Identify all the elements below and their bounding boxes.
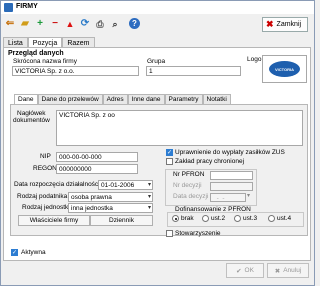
funding-option-ust3: ust.3 [243,215,258,222]
regon-input[interactable]: 000000000 [56,164,138,174]
journal-button[interactable]: Dziennik [90,215,153,226]
unit-value: inna jednostka [71,205,113,212]
back-icon[interactable]: ⇐ [4,18,16,30]
owners-button[interactable]: Właściciele firmy [18,215,90,226]
pfron-no-input[interactable] [210,171,253,180]
cancel-icon: ✖ [274,267,281,275]
short-name-input[interactable]: VICTORIA Sp. z o.o. [12,66,139,76]
calendar-dropdown-icon[interactable]: ▾ [148,181,151,189]
app-icon [4,3,13,12]
header-label-2: dokumentów [13,117,50,124]
section-title: Przegląd danych [8,50,64,57]
tab-notatki[interactable]: Notatki [202,94,231,104]
group-label: Grupa [147,58,166,65]
add-icon[interactable]: + [34,18,46,30]
taxpayer-select[interactable]: osoba prawna ▾ [68,192,153,202]
regon-label: REGON [33,165,57,172]
window-title: FIRMY [16,3,38,10]
ok-button[interactable]: ✔ OK [226,263,264,278]
nip-label: NIP [40,153,51,160]
nip-input[interactable]: 000-00-00-000 [56,152,138,162]
short-name-label: Skrócona nazwa firmy [13,58,77,65]
chevron-down-icon[interactable]: ▾ [247,192,250,199]
group-input[interactable]: 1 [146,66,241,76]
unit-select[interactable]: inna jednostka ▾ [68,203,153,213]
association-checkbox[interactable] [166,230,173,237]
delete-icon[interactable]: − [49,18,61,30]
tab-adres[interactable]: Adres [102,94,128,104]
protected-workplace-label: Zakład pracy chronionej [175,158,245,165]
start-date-input[interactable]: 01-01-2006 ▾ [98,180,153,190]
taxpayer-label: Rodzaj podatnika [17,193,68,200]
taxpayer-value: osoba prawna [71,194,112,201]
funding-radio-ust3[interactable] [234,215,241,222]
company-logo: VICTORIA [269,61,300,77]
tab-dane[interactable]: Dane [14,94,38,104]
start-date-value: 01-01-2006 [101,182,135,189]
start-date-label: Data rozpoczęcia działalności [14,181,100,188]
print-icon[interactable]: ⎙ [94,18,106,30]
refresh-icon[interactable]: ⟳ [79,18,91,30]
folder-icon[interactable]: ▰ [19,18,31,30]
active-label: Aktywna [21,249,46,256]
warning-icon[interactable]: ▲ [64,18,76,30]
funding-option-brak: brak [181,215,194,222]
close-button[interactable]: ✖ Zamknij [262,17,308,32]
tab-parametry[interactable]: Parametry [164,94,203,104]
funding-option-ust2: ust.2 [211,215,226,222]
header-label-1: Nagłówek [17,110,46,117]
active-checkbox[interactable]: ✓ [11,249,18,256]
logo-label: Logo [247,56,262,63]
main-tabs: Lista Pozycja Razem [3,37,95,48]
close-icon: ✖ [266,19,274,29]
cancel-button[interactable]: ✖ Anuluj [267,263,309,278]
title-bar: FIRMY [1,1,314,14]
decision-no-input[interactable] [210,182,253,191]
close-button-label: Zamknij [276,21,302,28]
pfron-no-label: Nr PFRON [173,171,205,178]
tab-inne-dane[interactable]: Inne dane [127,94,165,104]
protected-workplace-checkbox[interactable] [166,158,173,165]
chevron-down-icon: ▾ [147,205,151,211]
ok-button-label: OK [244,267,254,274]
decision-date-input[interactable]: _-_-___ [210,193,246,202]
logo-frame[interactable]: VICTORIA [262,55,307,83]
document-header-textarea[interactable]: VICTORIA Sp. z oo [56,110,303,146]
funding-radio-brak[interactable] [172,215,179,222]
find-icon[interactable]: ⌕ [109,18,121,30]
chevron-down-icon: ▾ [147,194,151,200]
funding-option-ust4: ust.4 [277,215,292,222]
decision-date-label: Data decyzji [173,193,209,200]
help-icon[interactable]: ? [129,18,140,29]
funding-radio-ust2[interactable] [202,215,209,222]
cancel-button-label: Anuluj [283,267,302,274]
detail-tabs: Dane Dane do przelewów Adres Inne dane P… [14,94,231,104]
unit-label: Rodzaj jednostki [22,204,70,211]
decision-no-label: Nr decyzji [173,182,202,189]
zus-entitled-checkbox[interactable]: ✓ [166,149,173,156]
tab-dane-do-przelewow[interactable]: Dane do przelewów [37,94,103,104]
zus-entitled-label: Uprawnienie do wypłaty zasiłków ZUS [175,149,285,156]
funding-radio-ust4[interactable] [268,215,275,222]
check-icon: ✔ [236,267,242,275]
association-label: Stowarzyszenie [175,230,221,237]
